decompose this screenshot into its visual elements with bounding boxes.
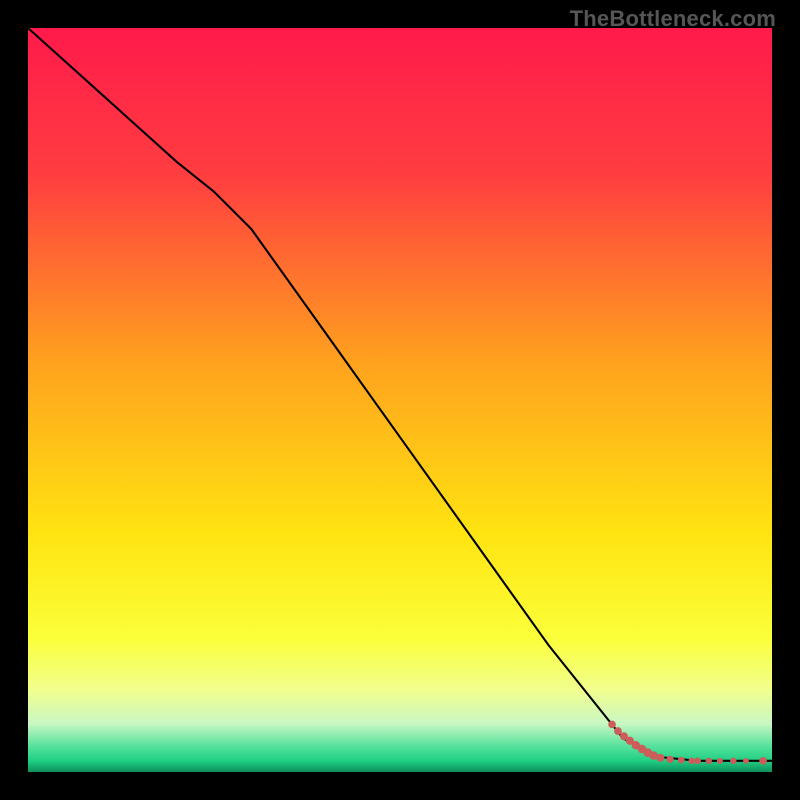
marker-dot	[694, 758, 701, 765]
marker-dot	[666, 756, 673, 763]
bottleneck-chart	[28, 28, 772, 772]
marker-dot	[688, 758, 694, 764]
marker-dot	[706, 758, 712, 764]
marker-dot	[743, 758, 749, 764]
chart-background	[28, 28, 772, 772]
marker-dot	[759, 757, 767, 765]
marker-dot	[678, 757, 685, 764]
marker-dot	[730, 758, 736, 764]
chart-stage: TheBottleneck.com	[0, 0, 800, 800]
marker-dot	[614, 727, 622, 735]
marker-dot	[656, 754, 664, 762]
marker-dot	[608, 721, 616, 729]
marker-dot	[717, 758, 723, 764]
